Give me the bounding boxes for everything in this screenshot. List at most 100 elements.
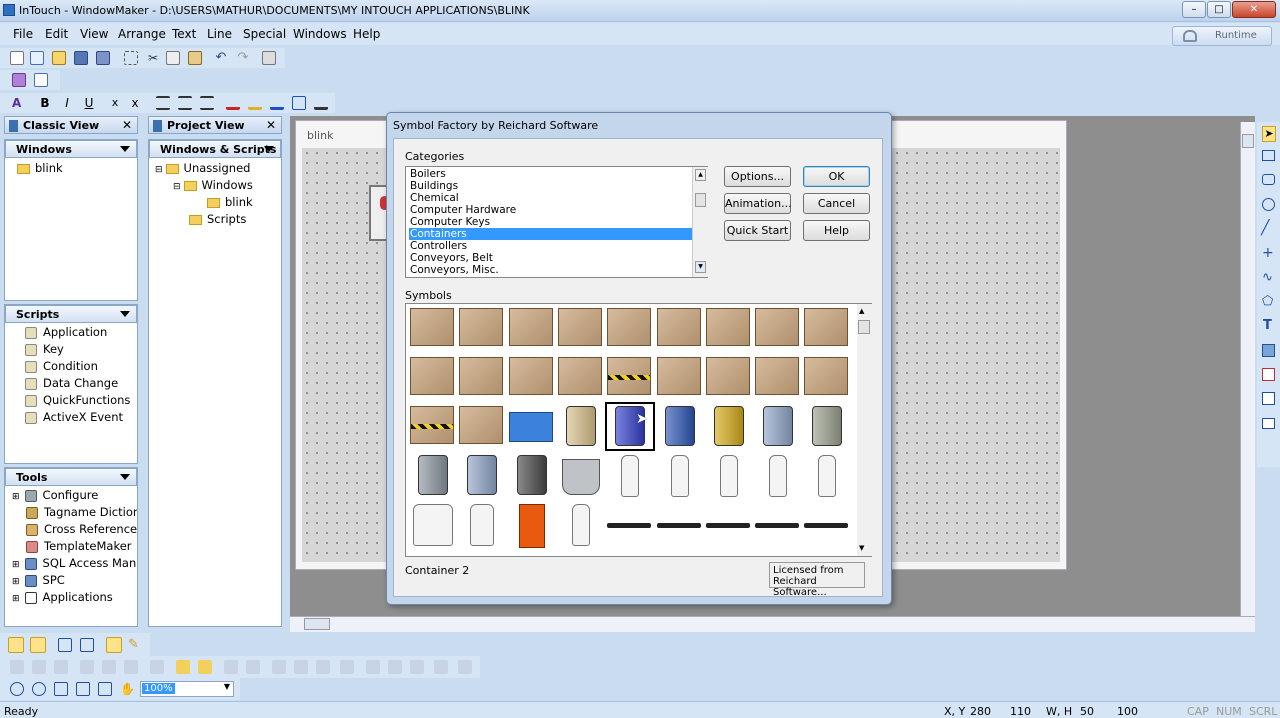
window-view-icon[interactable] (58, 638, 72, 652)
windows-dropdown[interactable]: Windows (5, 140, 137, 158)
scroll-up-icon[interactable]: ▲ (859, 307, 864, 315)
copy-icon[interactable] (166, 51, 180, 65)
italic-icon[interactable]: I (60, 96, 74, 110)
category-item[interactable]: Boilers (409, 168, 692, 180)
scroll-thumb[interactable] (304, 618, 330, 630)
runtime-button[interactable]: Runtime (1172, 26, 1272, 46)
blue-tote-bin-symbol[interactable] (508, 412, 553, 442)
ok-button[interactable]: OK (803, 166, 870, 187)
steel-bucket-symbol[interactable] (561, 459, 600, 495)
horizontal-scrollbar[interactable] (290, 616, 1255, 632)
cardboard-box-flat-symbol[interactable] (410, 357, 454, 395)
rounded-rectangle-icon[interactable] (1262, 174, 1275, 185)
wizard-icon[interactable] (12, 73, 26, 87)
zoom-select[interactable]: 100% ▼ (140, 681, 234, 697)
category-item[interactable]: Buildings (409, 180, 692, 192)
options-button[interactable]: Options... (724, 166, 791, 187)
cardboard-box-hazard-tape-symbol[interactable] (607, 357, 652, 395)
enlarge-font-icon[interactable]: x (128, 96, 142, 110)
send-back-icon[interactable] (198, 660, 212, 674)
cardboard-box-front-taped-symbol[interactable] (755, 357, 800, 395)
space-icon[interactable] (150, 660, 164, 674)
align-center-icon[interactable] (178, 96, 192, 110)
cardboard-box-front-label-symbol[interactable] (804, 357, 849, 395)
flip-icon[interactable] (316, 660, 330, 674)
white-bottle-symbol[interactable] (769, 455, 788, 497)
select-icon[interactable] (124, 51, 138, 65)
script-item-condition[interactable]: Condition (25, 359, 98, 373)
scroll-thumb[interactable] (858, 320, 870, 334)
crate-wood-symbol[interactable] (410, 308, 454, 346)
menu-special[interactable]: Special (243, 27, 286, 41)
redo-icon[interactable]: ↷ (236, 51, 250, 65)
smooth-icon[interactable] (388, 660, 402, 674)
white-tub-symbol[interactable] (413, 504, 453, 546)
rectangle-icon[interactable] (1262, 150, 1275, 161)
black-drum-symbol[interactable] (516, 455, 547, 495)
polygon-icon[interactable]: ⬠ (1262, 294, 1273, 309)
vertical-scrollbar[interactable] (1240, 122, 1255, 616)
steel-drum-blue-symbol[interactable] (763, 406, 794, 446)
menu-arrange[interactable]: Arrange (118, 27, 166, 41)
pin-icon[interactable] (153, 120, 162, 132)
cardboard-box-taped-symbol[interactable] (508, 308, 553, 346)
zoom-normal-icon[interactable] (54, 682, 68, 696)
category-item[interactable]: Chemical (409, 192, 692, 204)
help-button[interactable]: Help (803, 220, 870, 241)
align-middle-icon[interactable] (54, 660, 68, 674)
window-color-icon[interactable] (292, 96, 306, 110)
blue-drum-symbol[interactable] (664, 406, 695, 446)
zoom-out-icon[interactable] (10, 682, 24, 696)
crate-slats-symbol[interactable] (459, 308, 504, 346)
tree-item-scripts[interactable]: Scripts (189, 212, 246, 226)
minimize-button[interactable]: – (1182, 1, 1206, 18)
glass-bottle-symbol[interactable] (670, 455, 689, 497)
zoom-selection-icon[interactable] (76, 682, 90, 696)
category-item[interactable]: Conveyors, Belt (409, 252, 692, 264)
tool-item-tagname-dictionary[interactable]: Tagname Dictiona (26, 505, 137, 519)
pointer-icon[interactable]: ➤ (1262, 126, 1276, 142)
snap-icon[interactable] (366, 660, 380, 674)
pallet-slats-symbol[interactable] (755, 523, 800, 528)
menu-edit[interactable]: Edit (45, 27, 68, 41)
menu-file[interactable]: File (13, 27, 33, 41)
ole-object-icon[interactable] (34, 73, 48, 87)
cardboard-box-open-flaps-symbol[interactable] (557, 308, 602, 346)
cardboard-box-label-symbol[interactable] (557, 357, 602, 395)
cancel-button[interactable]: Cancel (803, 193, 870, 214)
align-bottom-icon[interactable] (32, 660, 46, 674)
cardboard-box-open-lid-symbol[interactable] (656, 308, 701, 346)
print-icon[interactable] (262, 51, 276, 65)
animation-button[interactable]: Animation... (724, 193, 792, 214)
gray-drum-symbol[interactable] (812, 406, 843, 446)
license-button[interactable]: Licensed from Reichard Software... (769, 562, 865, 598)
cardboard-box-cross-symbol[interactable] (459, 406, 504, 444)
underline-icon[interactable]: U (82, 96, 96, 110)
close-panel-icon[interactable]: ✕ (266, 118, 276, 132)
quick-start-button[interactable]: Quick Start (724, 220, 791, 241)
script-item-activex-event[interactable]: ActiveX Event (25, 410, 123, 424)
trend-icon[interactable] (1262, 368, 1275, 381)
cardboard-box-taped-symbol[interactable] (804, 308, 849, 346)
break-cell-icon[interactable] (246, 660, 260, 674)
close-panel-icon[interactable]: ✕ (122, 118, 132, 132)
cardboard-box-symbol[interactable] (459, 357, 504, 395)
zoom-in-icon[interactable] (32, 682, 46, 696)
symbols-scrollbar[interactable]: ▲ ▼ (857, 304, 872, 556)
align-top-icon[interactable] (10, 660, 24, 674)
ellipse-icon[interactable] (1262, 198, 1275, 211)
pallet-gray-symbol[interactable] (705, 523, 750, 528)
scroll-up-icon[interactable]: ▲ (695, 169, 706, 181)
pan-hand-icon[interactable]: ✋ (120, 682, 135, 696)
tree-item-unassigned[interactable]: ⊟ Unassigned (155, 161, 250, 175)
line-icon[interactable]: ╱ (1261, 220, 1269, 236)
make-cell-icon[interactable] (224, 660, 238, 674)
ruler-icon[interactable]: ✎ (128, 638, 142, 652)
link-icon[interactable] (434, 660, 448, 674)
hv-line-icon[interactable]: + (1262, 245, 1274, 261)
maximize-button[interactable]: □ (1207, 1, 1231, 18)
save-icon[interactable] (74, 51, 88, 65)
substitute-icon[interactable] (458, 660, 472, 674)
categories-scrollbar[interactable]: ▲ ▼ (692, 167, 708, 277)
menu-line[interactable]: Line (207, 27, 232, 41)
